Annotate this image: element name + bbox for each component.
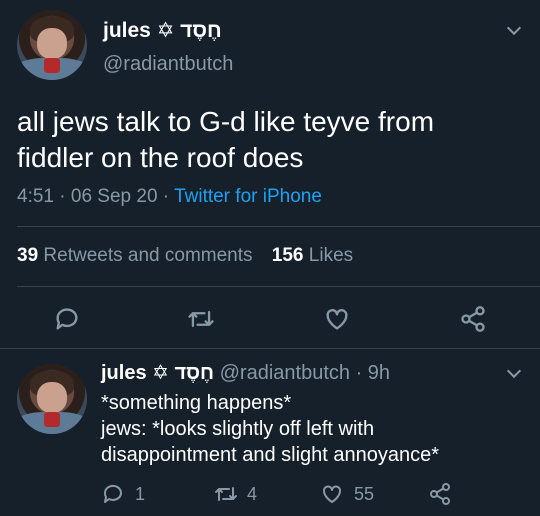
meta-separator: · bbox=[162, 186, 170, 207]
stats-row: 39 Retweets and comments 156 Likes bbox=[17, 245, 353, 267]
tweet-source-link[interactable]: Twitter for iPhone bbox=[174, 186, 322, 207]
reply-retweet-count: 4 bbox=[247, 483, 258, 504]
reply-action-retweet[interactable]: 4 bbox=[213, 482, 257, 506]
tweet-text-line1: all jews talk to G-d like teyve from bbox=[17, 106, 435, 137]
tweet-text-line2: fiddler on the roof does bbox=[17, 142, 304, 173]
reply-author-avatar[interactable] bbox=[17, 364, 87, 434]
reply-handle-time[interactable]: @radiantbutch · 9h bbox=[220, 362, 390, 384]
divider bbox=[17, 226, 540, 227]
reply-action-like[interactable]: 55 bbox=[320, 482, 374, 506]
share-icon[interactable] bbox=[428, 482, 452, 506]
reply-reply-count: 1 bbox=[135, 483, 146, 504]
author-avatar[interactable] bbox=[17, 10, 87, 80]
like-icon bbox=[323, 485, 341, 503]
likes-label: Likes bbox=[308, 245, 354, 266]
tweet-meta: 4:51 · 06 Sep 20 · Twitter for iPhone bbox=[17, 186, 322, 208]
like-icon[interactable] bbox=[323, 305, 351, 333]
chevron-down-icon[interactable] bbox=[506, 363, 522, 379]
likes-count: 156 bbox=[271, 245, 304, 266]
reply-icon bbox=[103, 484, 122, 503]
chevron-down-icon[interactable] bbox=[506, 20, 522, 36]
reply-text-line3: disappointment and slight annoyance* bbox=[101, 444, 440, 466]
retweets-stat[interactable]: 39 Retweets and comments bbox=[17, 245, 258, 266]
retweet-icon bbox=[215, 487, 237, 501]
author-display-name[interactable]: jules ✡ חֶסֶד bbox=[103, 18, 222, 43]
reply-header: jules ✡ חֶסֶד @radiantbutch · 9h bbox=[101, 360, 390, 385]
retweet-icon[interactable] bbox=[186, 305, 216, 333]
reply-display-name[interactable]: jules ✡ חֶסֶד bbox=[101, 362, 214, 384]
divider bbox=[0, 348, 540, 349]
tweet-date: 06 Sep 20 bbox=[70, 186, 158, 207]
author-handle[interactable]: @radiantbutch bbox=[103, 53, 233, 76]
reply-like-count: 55 bbox=[354, 483, 375, 504]
likes-stat[interactable]: 156 Likes bbox=[272, 245, 353, 266]
reply-text-line2: jews: *looks slightly off left with bbox=[101, 418, 375, 440]
tweet-time: 4:51 bbox=[17, 186, 54, 207]
share-icon[interactable] bbox=[459, 305, 487, 333]
divider bbox=[17, 286, 540, 287]
meta-separator: · bbox=[59, 186, 66, 207]
retweets-label: Retweets and comments bbox=[43, 245, 253, 266]
reply-text-line1: *something happens* bbox=[101, 392, 292, 414]
reply-icon[interactable] bbox=[53, 305, 81, 333]
retweets-count: 39 bbox=[17, 245, 39, 266]
reply-action-reply[interactable]: 1 bbox=[101, 482, 145, 506]
